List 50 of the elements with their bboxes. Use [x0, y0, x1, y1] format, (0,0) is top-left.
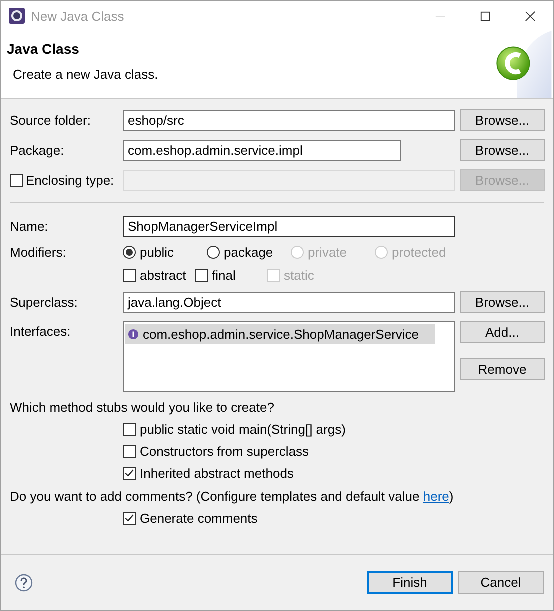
- checkbox-label: abstract: [140, 268, 186, 283]
- help-icon[interactable]: [15, 574, 33, 592]
- superclass-field[interactable]: java.lang.Object: [123, 292, 455, 312]
- field-label: Interfaces:: [10, 323, 72, 339]
- checkbox[interactable]: [10, 174, 23, 186]
- close-icon[interactable]: [525, 10, 536, 22]
- interface-item[interactable]: com.eshop.admin.service.ShopManagerService: [125, 324, 435, 344]
- here-link[interactable]: here: [423, 489, 450, 504]
- checkbox[interactable]: [123, 467, 136, 480]
- radio-label: private: [308, 245, 348, 260]
- maximize-icon[interactable]: [480, 10, 491, 22]
- browse-button[interactable]: Browse...: [460, 109, 545, 131]
- checkbox-label: static: [284, 268, 314, 283]
- dialog-button[interactable]: Finish: [367, 571, 453, 594]
- radio-label: protected: [392, 245, 446, 260]
- window-title: New Java Class: [31, 8, 124, 24]
- checkbox-label: Constructors from superclass: [140, 444, 310, 459]
- checkbox[interactable]: [123, 445, 136, 458]
- checkbox[interactable]: [123, 423, 136, 436]
- checkbox-label: final: [212, 268, 236, 283]
- list-button[interactable]: Add...: [460, 321, 545, 343]
- page-title: Java Class: [7, 41, 80, 57]
- checkbox-label: Generate comments: [140, 511, 258, 526]
- field-label: Superclass:: [10, 294, 79, 310]
- field-label: Package:: [10, 142, 66, 158]
- field-label: Source folder:: [10, 112, 92, 128]
- app-icon: [9, 8, 25, 24]
- stubs-question: Which method stubs would you like to create?: [10, 400, 276, 415]
- radio-button[interactable]: [207, 246, 220, 259]
- page-description: Create a new Java class.: [13, 67, 160, 82]
- checkbox-label: Inherited abstract methods: [140, 466, 294, 481]
- list-button[interactable]: Remove: [460, 358, 545, 380]
- checkbox[interactable]: [195, 269, 208, 282]
- name-field[interactable]: ShopManagerServiceImpl: [123, 216, 455, 237]
- radio-button[interactable]: [123, 246, 136, 259]
- source-folder-field[interactable]: eshop/src: [123, 110, 455, 130]
- browse-button[interactable]: Browse...: [460, 291, 545, 313]
- field-label: Name:: [10, 219, 50, 234]
- checkbox-label: Enclosing type:: [26, 172, 114, 188]
- field-label: Modifiers:: [10, 245, 68, 260]
- radio-label: public: [140, 245, 174, 260]
- package-field[interactable]: com.eshop.admin.service.impl: [123, 140, 401, 160]
- interface-icon: [128, 328, 139, 340]
- browse-button[interactable]: Browse...: [460, 139, 545, 161]
- radio-label: package: [224, 245, 274, 260]
- checkbox[interactable]: [123, 269, 136, 282]
- checkbox[interactable]: [123, 512, 136, 525]
- dialog-button[interactable]: Cancel: [458, 571, 544, 594]
- checkbox-label: public static void main(String[] args): [140, 422, 346, 437]
- comments-question: Do you want to add comments? (Configure templates and default value here): [10, 489, 455, 504]
